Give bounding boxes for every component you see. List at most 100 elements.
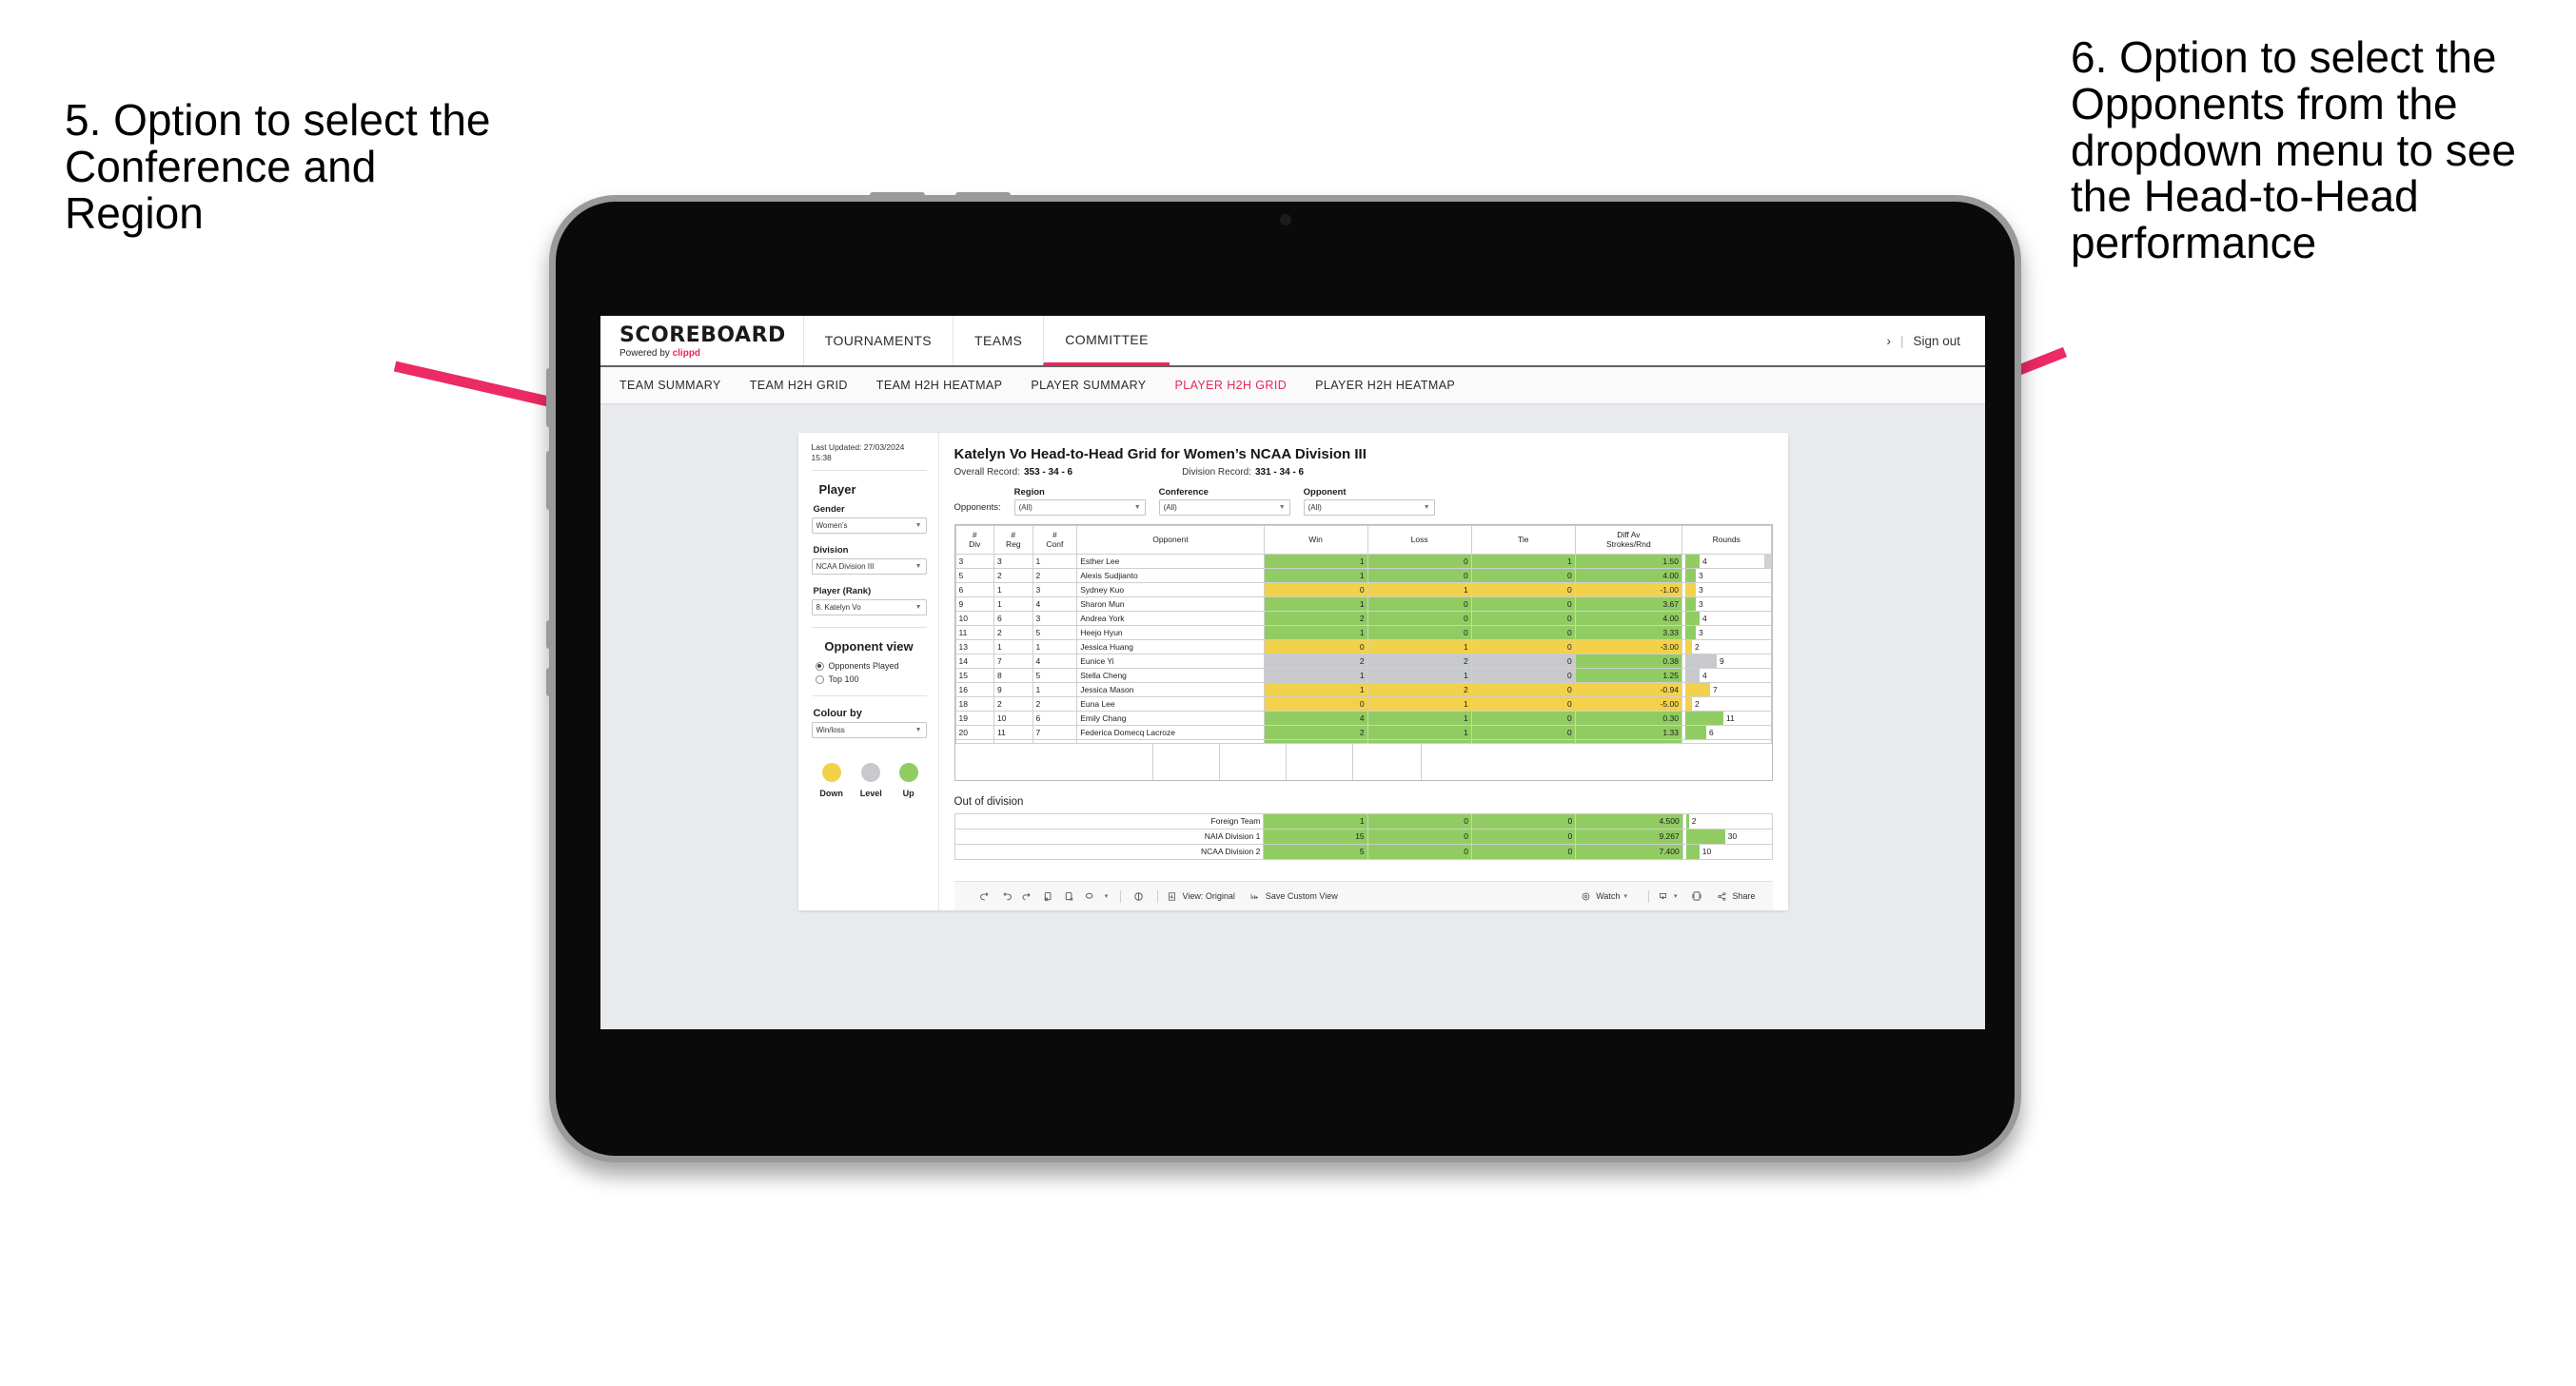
cell-partial [1032,739,1078,744]
colour-by-select[interactable]: Win/loss ▼ [811,722,927,739]
cell-opponent: Esther Lee [1076,554,1265,569]
revert-icon[interactable] [1017,886,1038,907]
cell-conf: 4 [1032,654,1078,669]
cell-win: 2 [1263,725,1368,740]
table-row[interactable]: 16 9 1 Jessica Mason 1 2 0 -0.94 7 [954,682,1772,697]
sub-nav-team-summary[interactable]: TEAM SUMMARY [619,379,721,392]
side-button-a[interactable] [546,620,553,649]
top-nav-committee[interactable]: COMMITTEE [1043,316,1170,365]
chevron-right-icon[interactable]: › [1886,334,1891,348]
col-header-conf[interactable]: # Conf [1032,525,1078,555]
opponent-filter: Opponent (All) ▼ [1303,487,1435,516]
col-header-diff[interactable]: Diff Av Strokes/Rnd [1574,525,1682,555]
viz-toolbar: ▾ View: Original Save Custom View Watch … [954,881,1773,910]
table-row[interactable]: 19 10 6 Emily Chang 4 1 0 0.30 11 [954,711,1772,726]
watch-caret-icon[interactable]: ▾ [1623,892,1627,900]
opponents-label: Opponents: [954,502,1001,513]
division-select[interactable]: NCAA Division III ▼ [811,558,927,576]
cell-reg: 6 [993,611,1033,626]
col-header-div[interactable]: # Div [954,525,994,555]
region-filter-value: (All) [1018,503,1032,512]
region-filter-select[interactable]: (All) ▼ [1013,499,1146,516]
table-row[interactable]: 9 1 4 Sharon Mun 1 0 0 3.67 3 [954,596,1772,612]
download-caret-icon[interactable]: ▾ [1674,892,1678,900]
cell-ood-rounds: 2 [1681,813,1773,830]
top-nav-tournaments[interactable]: TOURNAMENTS [802,316,953,365]
last-updated-text: Last Updated: 27/03/2024 15:38 [811,442,927,472]
sub-nav-player-h2h-heatmap[interactable]: PLAYER H2H HEATMAP [1315,379,1455,392]
overall-record-value: 353 - 34 - 6 [1023,467,1073,478]
player-rank-label: Player (Rank) [813,586,872,597]
highlight-caret-icon[interactable]: ▾ [1101,886,1112,907]
top-nav-right: › | Sign out [1886,316,1985,365]
table-row[interactable]: 5 2 2 Alexis Sudjianto 1 0 0 4.00 3 [954,568,1772,583]
opponent-filter-value: (All) [1308,503,1322,512]
cell-loss: 1 [1367,639,1472,654]
download-button[interactable]: ▾ [1657,886,1678,907]
overall-record: Overall Record: 353 - 34 - 6 [954,467,1073,478]
out-of-division-row[interactable]: NAIA Division 1 15 0 0 9.267 30 [954,829,1773,845]
table-row-partial[interactable] [954,739,1772,744]
view-original-button[interactable]: View: Original [1166,886,1235,907]
cell-div: 18 [954,696,994,712]
cell-tie: 0 [1470,611,1576,626]
grid-scrollbar[interactable] [1763,555,1771,568]
save-custom-view-button[interactable]: Save Custom View [1249,886,1338,907]
gender-select[interactable]: Women’s ▼ [811,517,927,535]
col-header-tie[interactable]: Tie [1470,525,1576,555]
cell-ood-name: NCAA Division 2 [954,844,1265,860]
out-of-division-row[interactable]: Foreign Team 1 0 0 4.500 2 [954,813,1773,830]
table-row[interactable]: 3 3 1 Esther Lee 1 0 1 1.50 4 [954,554,1772,569]
table-row[interactable]: 6 1 3 Sydney Kuo 0 1 0 -1.00 3 [954,582,1772,597]
cell-loss: 1 [1367,725,1472,740]
undo-icon[interactable] [975,886,996,907]
cell-tie: 0 [1470,625,1576,640]
table-row[interactable]: 15 8 5 Stella Cheng 1 1 0 1.25 4 [954,668,1772,683]
cell-diff: 0.30 [1574,711,1682,726]
download-icon [1657,886,1670,907]
radio-top-100[interactable]: Top 100 [815,674,927,684]
col-header-win[interactable]: Win [1263,525,1368,555]
radio-opponents-played[interactable]: Opponents Played [815,661,927,671]
cell-reg: 2 [993,625,1033,640]
table-row[interactable]: 13 1 1 Jessica Huang 0 1 0 -3.00 2 [954,639,1772,654]
watch-button[interactable]: Watch ▾ [1579,886,1627,907]
refresh-data-icon[interactable] [1038,886,1059,907]
cell-tie: 0 [1470,582,1576,597]
highlight-icon[interactable] [1080,886,1101,907]
sub-nav-team-h2h-heatmap[interactable]: TEAM H2H HEATMAP [876,379,1003,392]
table-row[interactable]: 14 7 4 Eunice Yi 2 2 0 0.38 9 [954,654,1772,669]
conference-filter-select[interactable]: (All) ▼ [1158,499,1290,516]
opponent-filter-select[interactable]: (All) ▼ [1303,499,1435,516]
top-button-a[interactable] [870,192,925,199]
pause-updates-icon[interactable] [1059,886,1080,907]
side-button-b[interactable] [546,668,553,696]
volume-down-button[interactable] [546,451,553,510]
sub-nav-player-h2h-grid[interactable]: PLAYER H2H GRID [1175,379,1288,392]
grid-empty-rounds [1422,744,1772,780]
top-button-b[interactable] [955,192,1011,199]
col-header-loss[interactable]: Loss [1367,525,1472,555]
grid-empty-diff [1353,744,1422,780]
top-nav-teams[interactable]: TEAMS [953,316,1043,365]
fit-icon[interactable] [1129,886,1150,907]
redo-icon[interactable] [996,886,1017,907]
app-logo[interactable]: SCOREBOARD Powered by clippd [600,316,803,365]
col-header-reg[interactable]: # Reg [993,525,1033,555]
table-row[interactable]: 10 6 3 Andrea York 2 0 0 4.00 4 [954,611,1772,626]
share-button[interactable]: Share [1715,886,1756,907]
out-of-division-row[interactable]: NCAA Division 2 5 0 0 7.400 10 [954,844,1773,860]
col-header-rounds[interactable]: Rounds [1681,525,1772,555]
sign-out-link[interactable]: Sign out [1913,334,1960,348]
volume-up-button[interactable] [546,368,553,427]
player-rank-select[interactable]: 8. Katelyn Vo ▼ [811,599,927,616]
col-header-opponent[interactable]: Opponent [1076,525,1265,555]
main-panel: Katelyn Vo Head-to-Head Grid for Women’s… [939,433,1788,910]
table-row[interactable]: 18 2 2 Euna Lee 0 1 0 -5.00 2 [954,696,1772,712]
table-row[interactable]: 20 11 7 Federica Domecq Lacroze 2 1 0 1.33 6 [954,725,1772,740]
sub-nav-team-h2h-grid[interactable]: TEAM H2H GRID [750,379,848,392]
sub-nav-player-summary[interactable]: PLAYER SUMMARY [1031,379,1146,392]
table-row[interactable]: 11 2 5 Heejo Hyun 1 0 0 3.33 3 [954,625,1772,640]
device-layout-icon[interactable] [1686,886,1707,907]
cell-diff: 3.67 [1574,596,1682,612]
